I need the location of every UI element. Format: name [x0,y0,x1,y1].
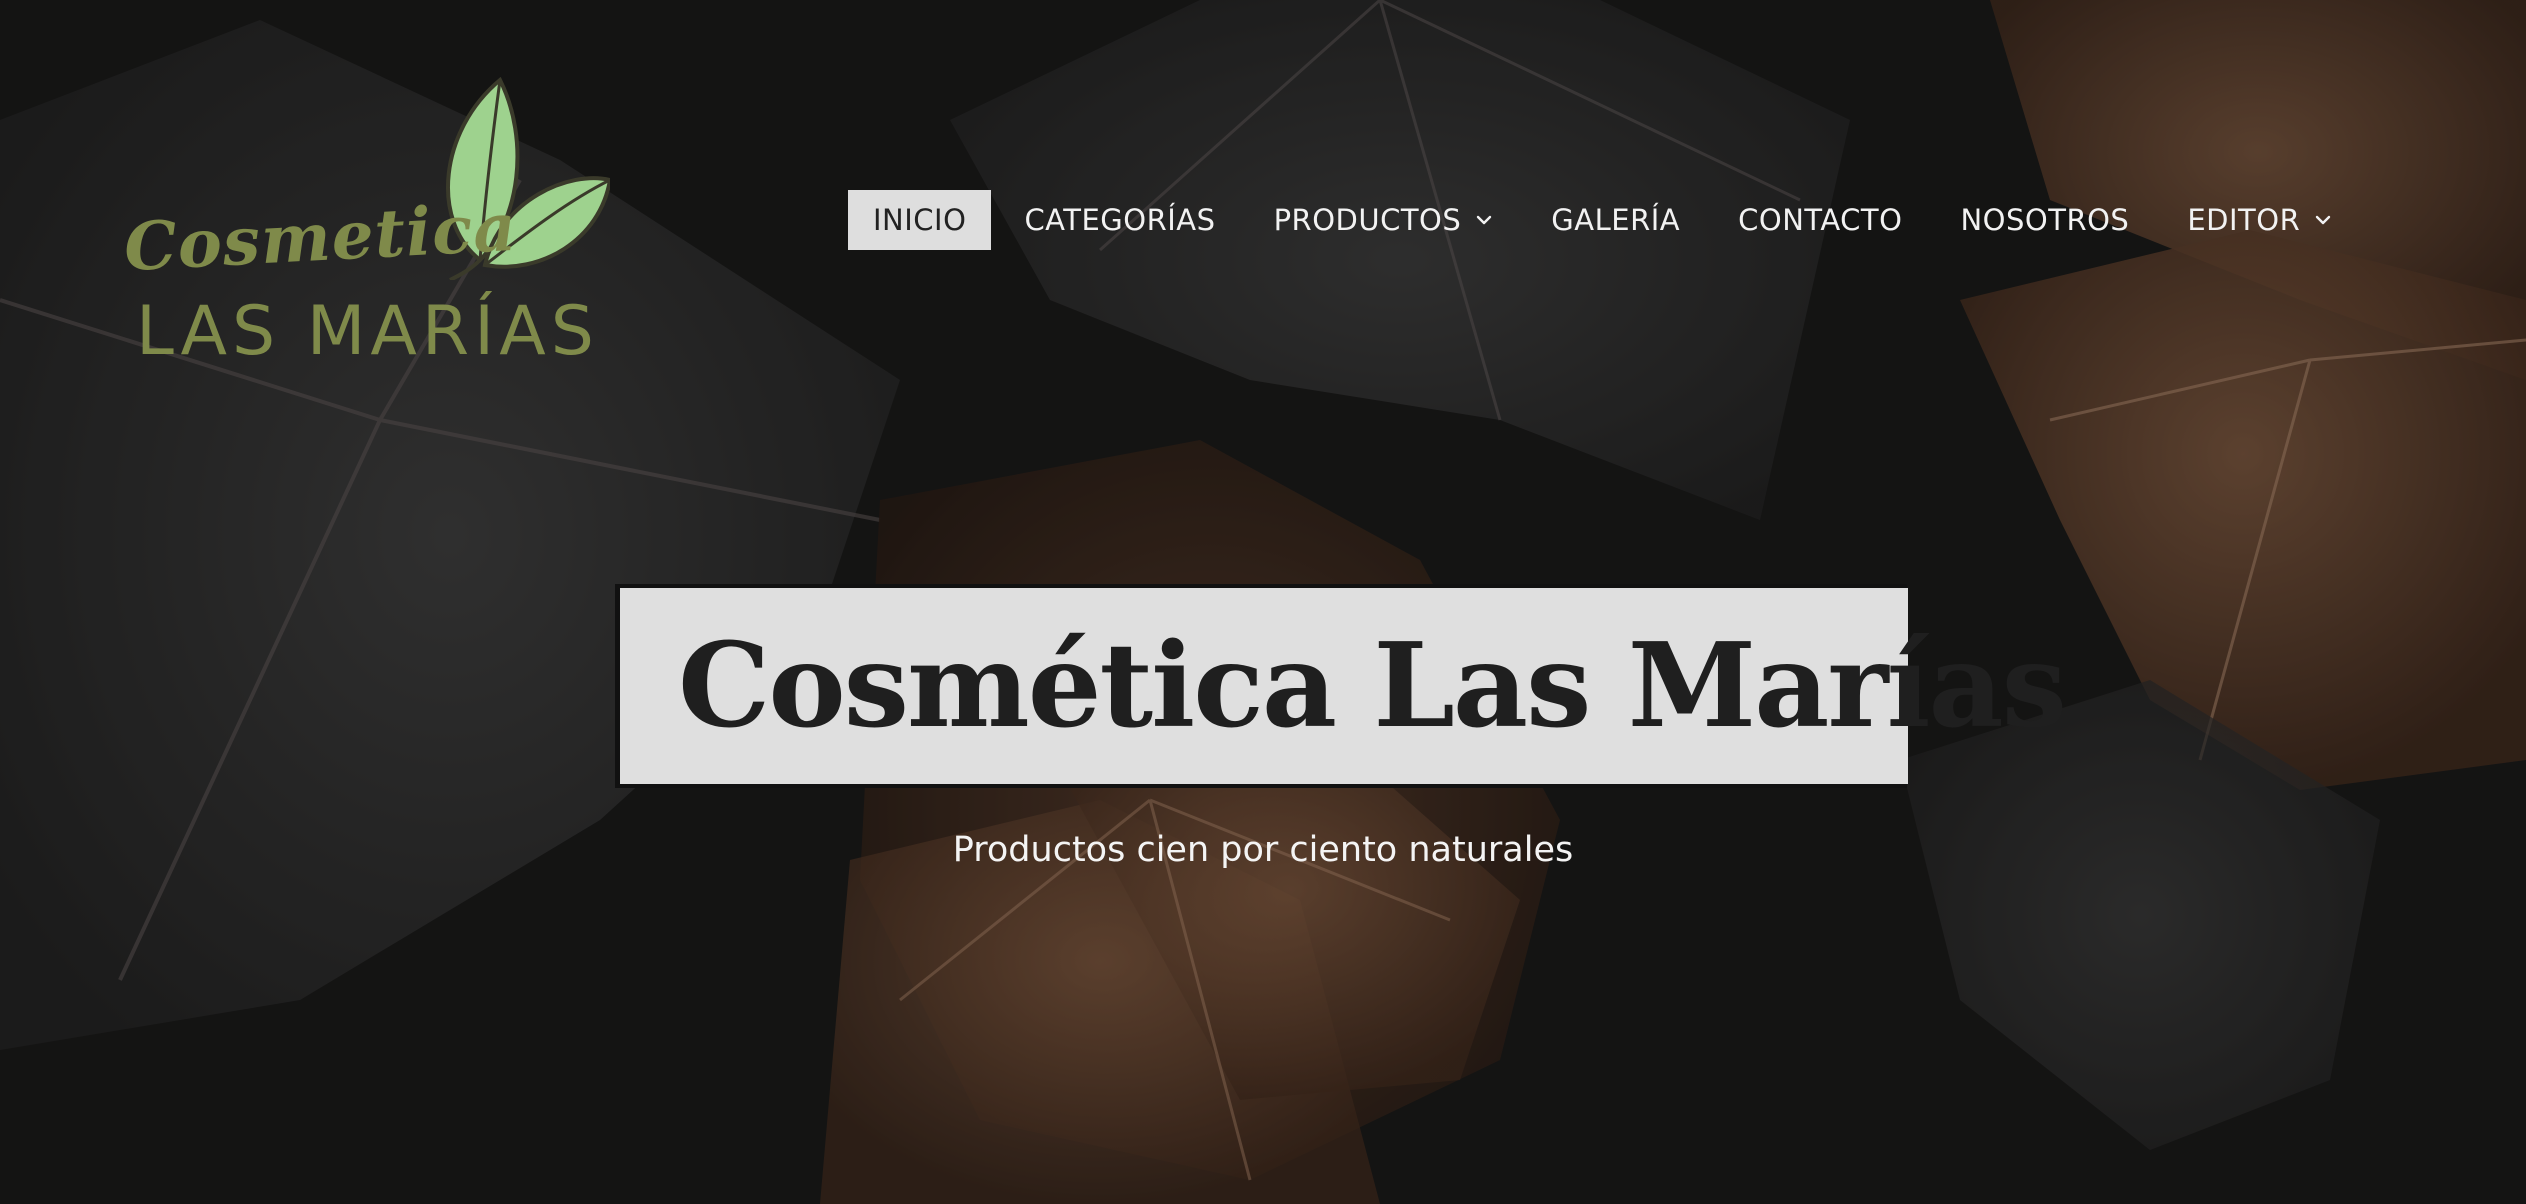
nav-item-label: PRODUCTOS [1273,203,1462,237]
nav-item-categorias[interactable]: CATEGORÍAS [999,190,1240,250]
page: Cosmetica LAS MARÍAS INICIO CATEGORÍAS P… [0,0,2526,1204]
nav-item-galeria[interactable]: GALERÍA [1526,190,1705,250]
nav-item-contacto[interactable]: CONTACTO [1713,190,1927,250]
hero-title: Cosmética Las Marías [678,618,2067,754]
site-logo[interactable]: Cosmetica LAS MARÍAS [118,70,610,371]
nav-item-label: EDITOR [2187,203,2301,237]
nav-item-label: GALERÍA [1551,203,1681,237]
chevron-down-icon [2316,215,2331,225]
hero-title-banner: Cosmética Las Marías [620,588,2067,784]
nav-item-editor[interactable]: EDITOR [2162,190,2357,250]
nav-item-inicio[interactable]: INICIO [848,190,992,250]
nav-item-label: CATEGORÍAS [1024,203,1216,237]
chevron-down-icon [1477,215,1492,225]
hero-subtitle: Productos cien por ciento naturales [952,830,1574,870]
nav-item-label: CONTACTO [1738,203,1903,237]
nav-item-label: INICIO [873,203,967,237]
logo-caps-text: LAS MARÍAS [136,292,599,371]
nav-item-nosotros[interactable]: NOSOTROS [1935,190,2154,250]
main-navigation: INICIO CATEGORÍAS PRODUCTOS GALERÍA CONT… [848,190,2365,250]
nav-item-productos[interactable]: PRODUCTOS [1249,190,1519,250]
nav-item-label: NOSOTROS [1960,203,2130,237]
